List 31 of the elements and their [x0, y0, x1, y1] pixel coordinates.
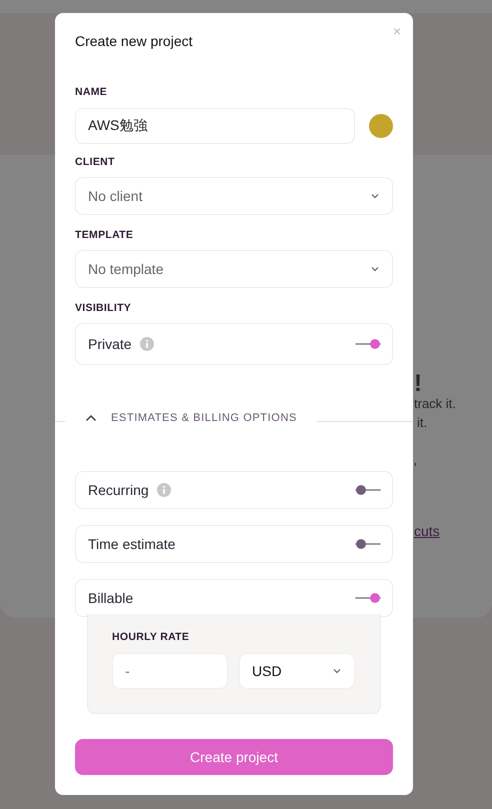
section-toggle[interactable]: ESTIMATES & BILLING OPTIONS	[111, 412, 297, 424]
text-fragment: it.	[416, 415, 428, 430]
option-label: Billable	[88, 590, 134, 606]
field-label: TEMPLATE	[75, 229, 134, 241]
field-label: VISIBILITY	[75, 302, 132, 314]
toggle-switch[interactable]	[354, 590, 382, 606]
dialog-title: Create new project	[75, 33, 193, 51]
chevron-down-icon	[332, 668, 342, 674]
rate-field[interactable]: -	[112, 653, 228, 689]
toggle-switch[interactable]	[354, 482, 382, 498]
template-dropdown[interactable]: No template	[75, 250, 393, 288]
option-label: Recurring	[88, 482, 149, 498]
client-dropdown[interactable]: No client	[75, 177, 393, 215]
chevron-down-icon	[370, 266, 380, 272]
heading-fragment: !	[414, 370, 422, 398]
field-label: CLIENT	[75, 156, 115, 168]
chevron-down-icon	[370, 193, 380, 199]
link-fragment[interactable]: cuts	[414, 523, 440, 539]
option-label: Time estimate	[88, 536, 176, 552]
text-fragment: track it.	[414, 396, 456, 411]
name-field[interactable]: AWS勉強	[75, 108, 355, 144]
toggle-switch[interactable]	[354, 336, 382, 352]
currency-dropdown[interactable]: USD	[239, 653, 355, 689]
color-dot[interactable]	[369, 114, 393, 138]
text-fragment: '	[414, 460, 416, 475]
toggle-switch[interactable]	[354, 536, 382, 552]
create-project-button[interactable]: Create project	[75, 739, 393, 775]
chevron-up-icon[interactable]	[85, 414, 97, 422]
option-label: Private	[88, 336, 132, 352]
field-label: HOURLY RATE	[112, 631, 190, 643]
field-label: NAME	[75, 86, 108, 98]
